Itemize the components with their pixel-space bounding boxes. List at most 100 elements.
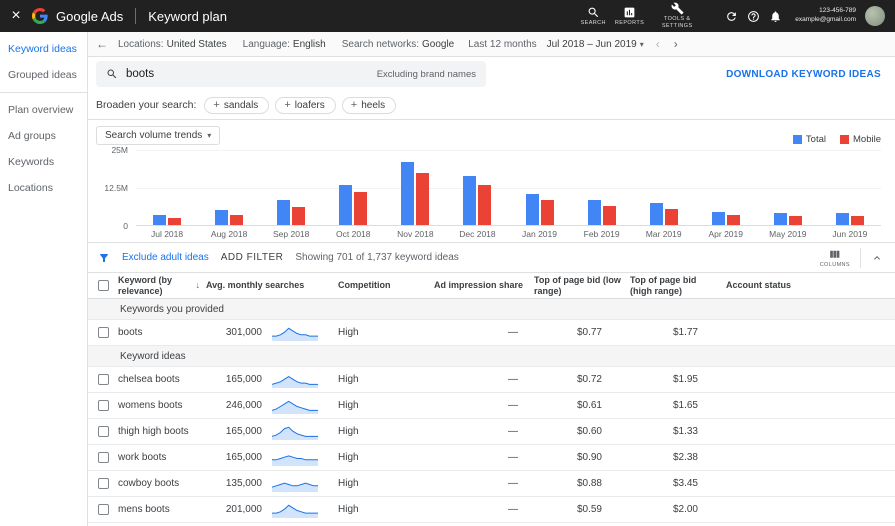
row-checkbox[interactable] [97, 452, 109, 463]
trend-sparkline [272, 327, 318, 341]
table-row[interactable]: mens boots 201,000 High — $0.59 $2.00 [88, 497, 895, 523]
legend-item-total[interactable]: Total [792, 134, 826, 145]
search-nav-button[interactable]: SEARCH [581, 6, 606, 27]
tools-settings-nav-label: TOOLS & SETTINGS [661, 16, 693, 29]
header-keyword[interactable]: Keyword (by relevance) ↓ [118, 275, 206, 297]
settings-bar: ← Locations: United States Language: Englis… [88, 32, 895, 57]
chart-legend: Total Mobile [792, 134, 881, 145]
avg-searches-value: 135,000 [225, 478, 262, 489]
setting-item[interactable]: Search networks: Google [342, 39, 455, 50]
close-icon[interactable]: × [8, 8, 24, 24]
chart-month-label: Mar 2019 [645, 229, 682, 239]
add-filter-button[interactable]: ADD FILTER [221, 252, 284, 263]
row-checkbox-cell [88, 400, 118, 411]
search-row: boots Excluding brand names DOWNLOAD KEY… [88, 57, 895, 91]
chart-month-label: Sep 2018 [272, 229, 310, 239]
ad-impression-share-cell: — [508, 327, 518, 338]
chip-label: heels [361, 99, 386, 111]
sidebar-item-grouped-ideas[interactable]: Grouped ideas [0, 62, 87, 88]
header-top-bid-high[interactable]: Top of page bid (high range) [630, 275, 726, 297]
chevron-down-icon: ▾ [639, 39, 644, 49]
reports-nav-button[interactable]: REPORTS [615, 6, 644, 27]
settings-items: Locations: United States Language: English S… [118, 39, 454, 50]
ad-impression-share-cell: — [508, 504, 518, 515]
table-section-row: Keywords you provided [88, 299, 895, 320]
chart-month-feb-2019 [571, 150, 633, 225]
avg-searches-value: 301,000 [225, 327, 262, 338]
keyword-cell: chelsea boots [118, 374, 180, 385]
content: Keyword ideas Grouped ideas Plan overview A… [0, 32, 895, 526]
bar-mobile [416, 172, 430, 225]
table-row[interactable]: chelsea boots 165,000 High — $0.72 $1.95 [88, 367, 895, 393]
collapse-chevron-icon[interactable] [871, 252, 883, 264]
date-range-label: Last 12 months [468, 38, 537, 50]
setting-item[interactable]: Language: English [243, 39, 326, 50]
exclude-adult-ideas-filter[interactable]: Exclude adult ideas [122, 252, 209, 263]
sidebar-item-ad-groups[interactable]: Ad groups [0, 123, 87, 149]
row-checkbox[interactable] [97, 400, 109, 411]
table-row[interactable]: womens boots 246,000 High — $0.61 $1.65 [88, 393, 895, 419]
table-row[interactable]: work boots 165,000 High — $0.90 $2.38 [88, 445, 895, 471]
header-competition[interactable]: Competition [338, 280, 434, 291]
main-content: ← Locations: United States Language: Englis… [88, 32, 895, 526]
avatar[interactable] [865, 6, 885, 26]
help-button[interactable] [747, 10, 760, 23]
topbar: × Google Ads Keyword plan SEARCH REPORTS… [0, 0, 895, 32]
sidebar-item-keyword-ideas[interactable]: Keyword ideas [0, 36, 87, 62]
bar-total [587, 199, 601, 225]
sidebar-item-locations[interactable]: Locations [0, 175, 87, 201]
keyword-search-input[interactable]: boots Excluding brand names [96, 61, 486, 87]
download-keyword-ideas-link[interactable]: DOWNLOAD KEYWORD IDEAS [726, 69, 881, 80]
chart-month-label: May 2019 [769, 229, 807, 239]
setting-item[interactable]: Locations: United States [118, 39, 227, 50]
sidebar-divider [0, 92, 87, 93]
broaden-chip-loafers[interactable]: + loafers [275, 96, 336, 114]
legend-swatch [792, 135, 802, 144]
plus-icon: + [284, 98, 291, 111]
keyword-cell: womens boots [118, 400, 183, 411]
next-period-button[interactable]: › [672, 37, 680, 51]
bar-total [153, 214, 167, 225]
bar-total [339, 184, 353, 225]
bar-mobile [664, 208, 678, 225]
chart-type-selector[interactable]: Search volume trends ▾ [96, 126, 221, 145]
row-checkbox[interactable] [97, 327, 109, 338]
table-row[interactable]: boots 301,000 High — $0.77 $1.77 [88, 320, 895, 346]
chart-title: Search volume trends [105, 130, 203, 141]
bid-high-cell: $1.33 [672, 426, 698, 437]
table-row[interactable]: thigh high boots 165,000 High — $0.60 $1.33 [88, 419, 895, 445]
row-checkbox[interactable] [97, 374, 109, 385]
prev-period-button[interactable]: ‹ [654, 37, 662, 51]
row-checkbox[interactable] [97, 426, 109, 437]
broaden-chip-heels[interactable]: + heels [341, 96, 397, 114]
table-row[interactable]: cowboy boots 135,000 High — $0.88 $3.45 [88, 471, 895, 497]
back-arrow-icon[interactable]: ← [96, 37, 108, 51]
refresh-button[interactable] [725, 10, 738, 23]
competition-cell: High [338, 426, 359, 437]
filter-funnel-icon [98, 252, 110, 264]
select-all-checkbox[interactable] [97, 280, 109, 291]
header-account-status[interactable]: Account status [726, 280, 895, 291]
date-range-selector[interactable]: Jul 2018 – Jun 2019 ▾ [547, 39, 644, 50]
header-ad-impression-share[interactable]: Ad impression share [434, 280, 534, 291]
chart-month-label: Jan 2019 [522, 229, 557, 239]
row-checkbox[interactable] [97, 478, 109, 489]
sidebar-item-keywords[interactable]: Keywords [0, 149, 87, 175]
legend-label: Mobile [853, 134, 881, 145]
header-top-bid-low[interactable]: Top of page bid (low range) [534, 275, 630, 297]
sidebar-item-plan-overview[interactable]: Plan overview [0, 97, 87, 123]
columns-button[interactable]: COLUMNS [820, 248, 850, 268]
avg-searches-value: 246,000 [225, 400, 262, 411]
legend-swatch [840, 135, 849, 144]
broaden-chip-sandals[interactable]: + sandals [204, 96, 270, 114]
header-avg-monthly-searches[interactable]: Avg. monthly searches [206, 280, 338, 291]
bar-total [649, 202, 663, 225]
trend-sparkline [272, 400, 318, 414]
legend-item-mobile[interactable]: Mobile [840, 134, 881, 145]
row-checkbox[interactable] [97, 504, 109, 515]
tools-settings-nav-button[interactable]: TOOLS & SETTINGS [653, 2, 701, 30]
bid-low-cell: $0.88 [576, 478, 602, 489]
notifications-bell-button[interactable] [769, 10, 782, 23]
avg-searches-value: 201,000 [225, 504, 262, 515]
bar-mobile [850, 216, 864, 225]
